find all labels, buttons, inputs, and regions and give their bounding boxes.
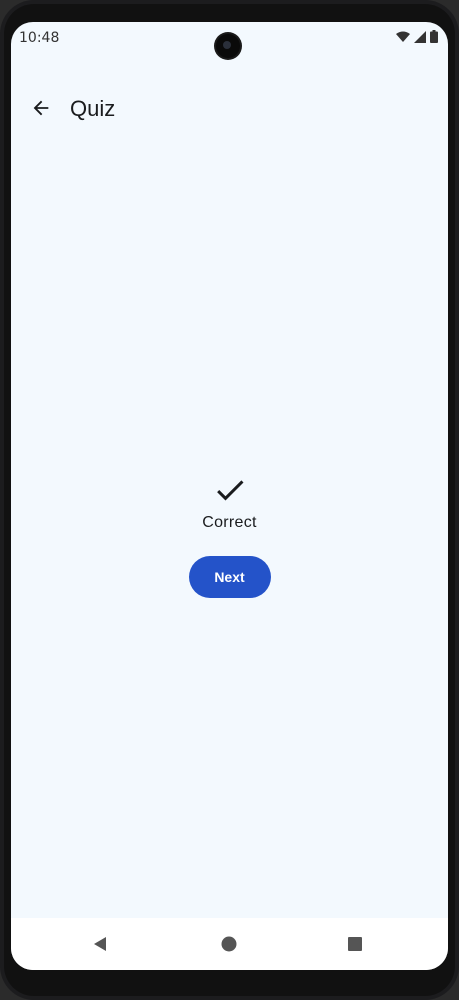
nav-recents-icon[interactable]: [345, 934, 365, 954]
signal-icon: [414, 30, 426, 43]
battery-icon: [430, 30, 438, 43]
status-time: 10:48: [19, 30, 60, 46]
camera-cutout: [216, 34, 240, 58]
navigation-bar: [11, 918, 448, 970]
device-frame: 10:48 Quiz Correct Next: [0, 0, 459, 1000]
arrow-back-icon: [33, 100, 49, 116]
nav-back-icon[interactable]: [91, 934, 111, 954]
status-icons: [396, 30, 438, 43]
result-panel: Correct Next: [11, 472, 448, 598]
status-bar: 10:48: [11, 22, 448, 58]
nav-home-icon[interactable]: [219, 934, 239, 954]
back-button[interactable]: [25, 92, 57, 124]
result-text: Correct: [202, 514, 257, 531]
app-bar: Quiz: [11, 88, 448, 132]
next-button[interactable]: Next: [188, 556, 271, 598]
page-title: Quiz: [70, 96, 116, 121]
screen: 10:48 Quiz Correct Next: [11, 22, 448, 970]
wifi-icon: [396, 31, 410, 42]
check-icon: [216, 480, 243, 501]
